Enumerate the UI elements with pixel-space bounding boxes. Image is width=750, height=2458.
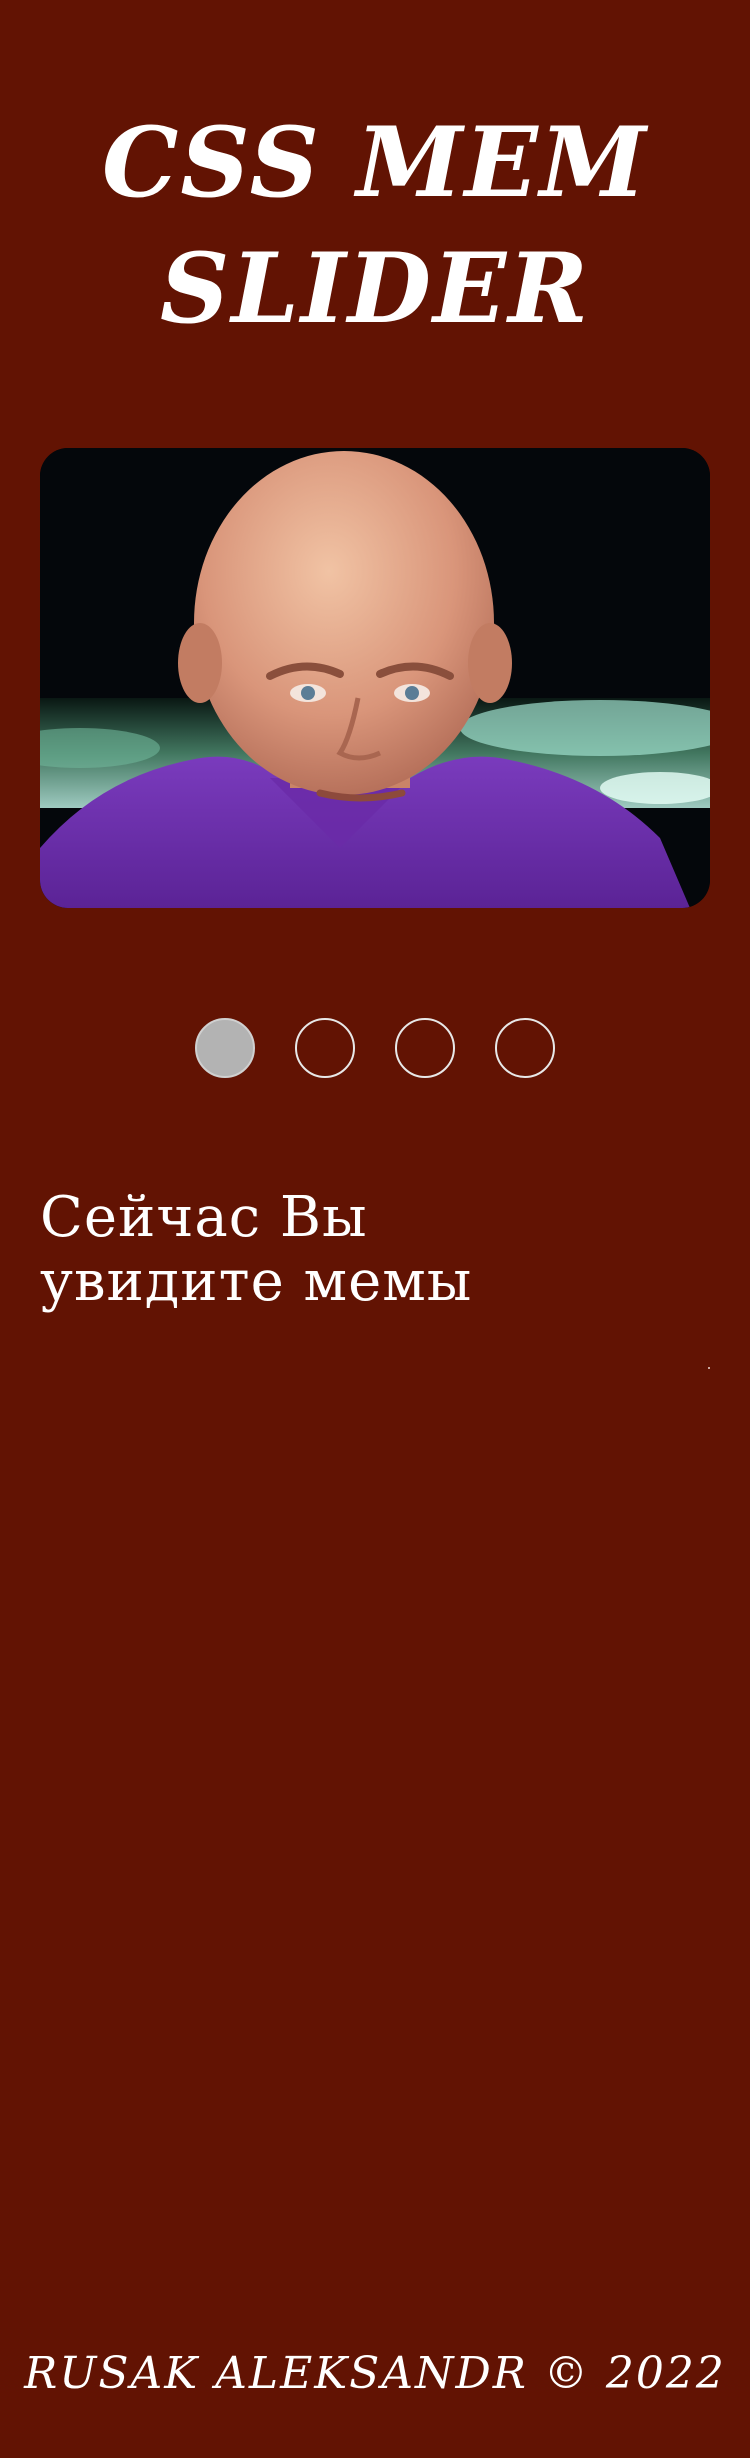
meme-slide-image [40, 448, 710, 908]
slide-dot-1[interactable] [195, 1018, 255, 1078]
slide-caption: Сейчас Вы увидите мемы [40, 1185, 473, 1314]
page-title: CSS MEM SLIDER [101, 106, 649, 345]
slide-dot-3[interactable] [395, 1018, 455, 1078]
footer-copyright: RUSAK ALEKSANDR © 2022 [24, 2348, 726, 2399]
decorative-speck [708, 1367, 710, 1369]
slide-dot-4[interactable] [495, 1018, 555, 1078]
slide-dot-2[interactable] [295, 1018, 355, 1078]
slider-pagination [0, 1018, 750, 1078]
